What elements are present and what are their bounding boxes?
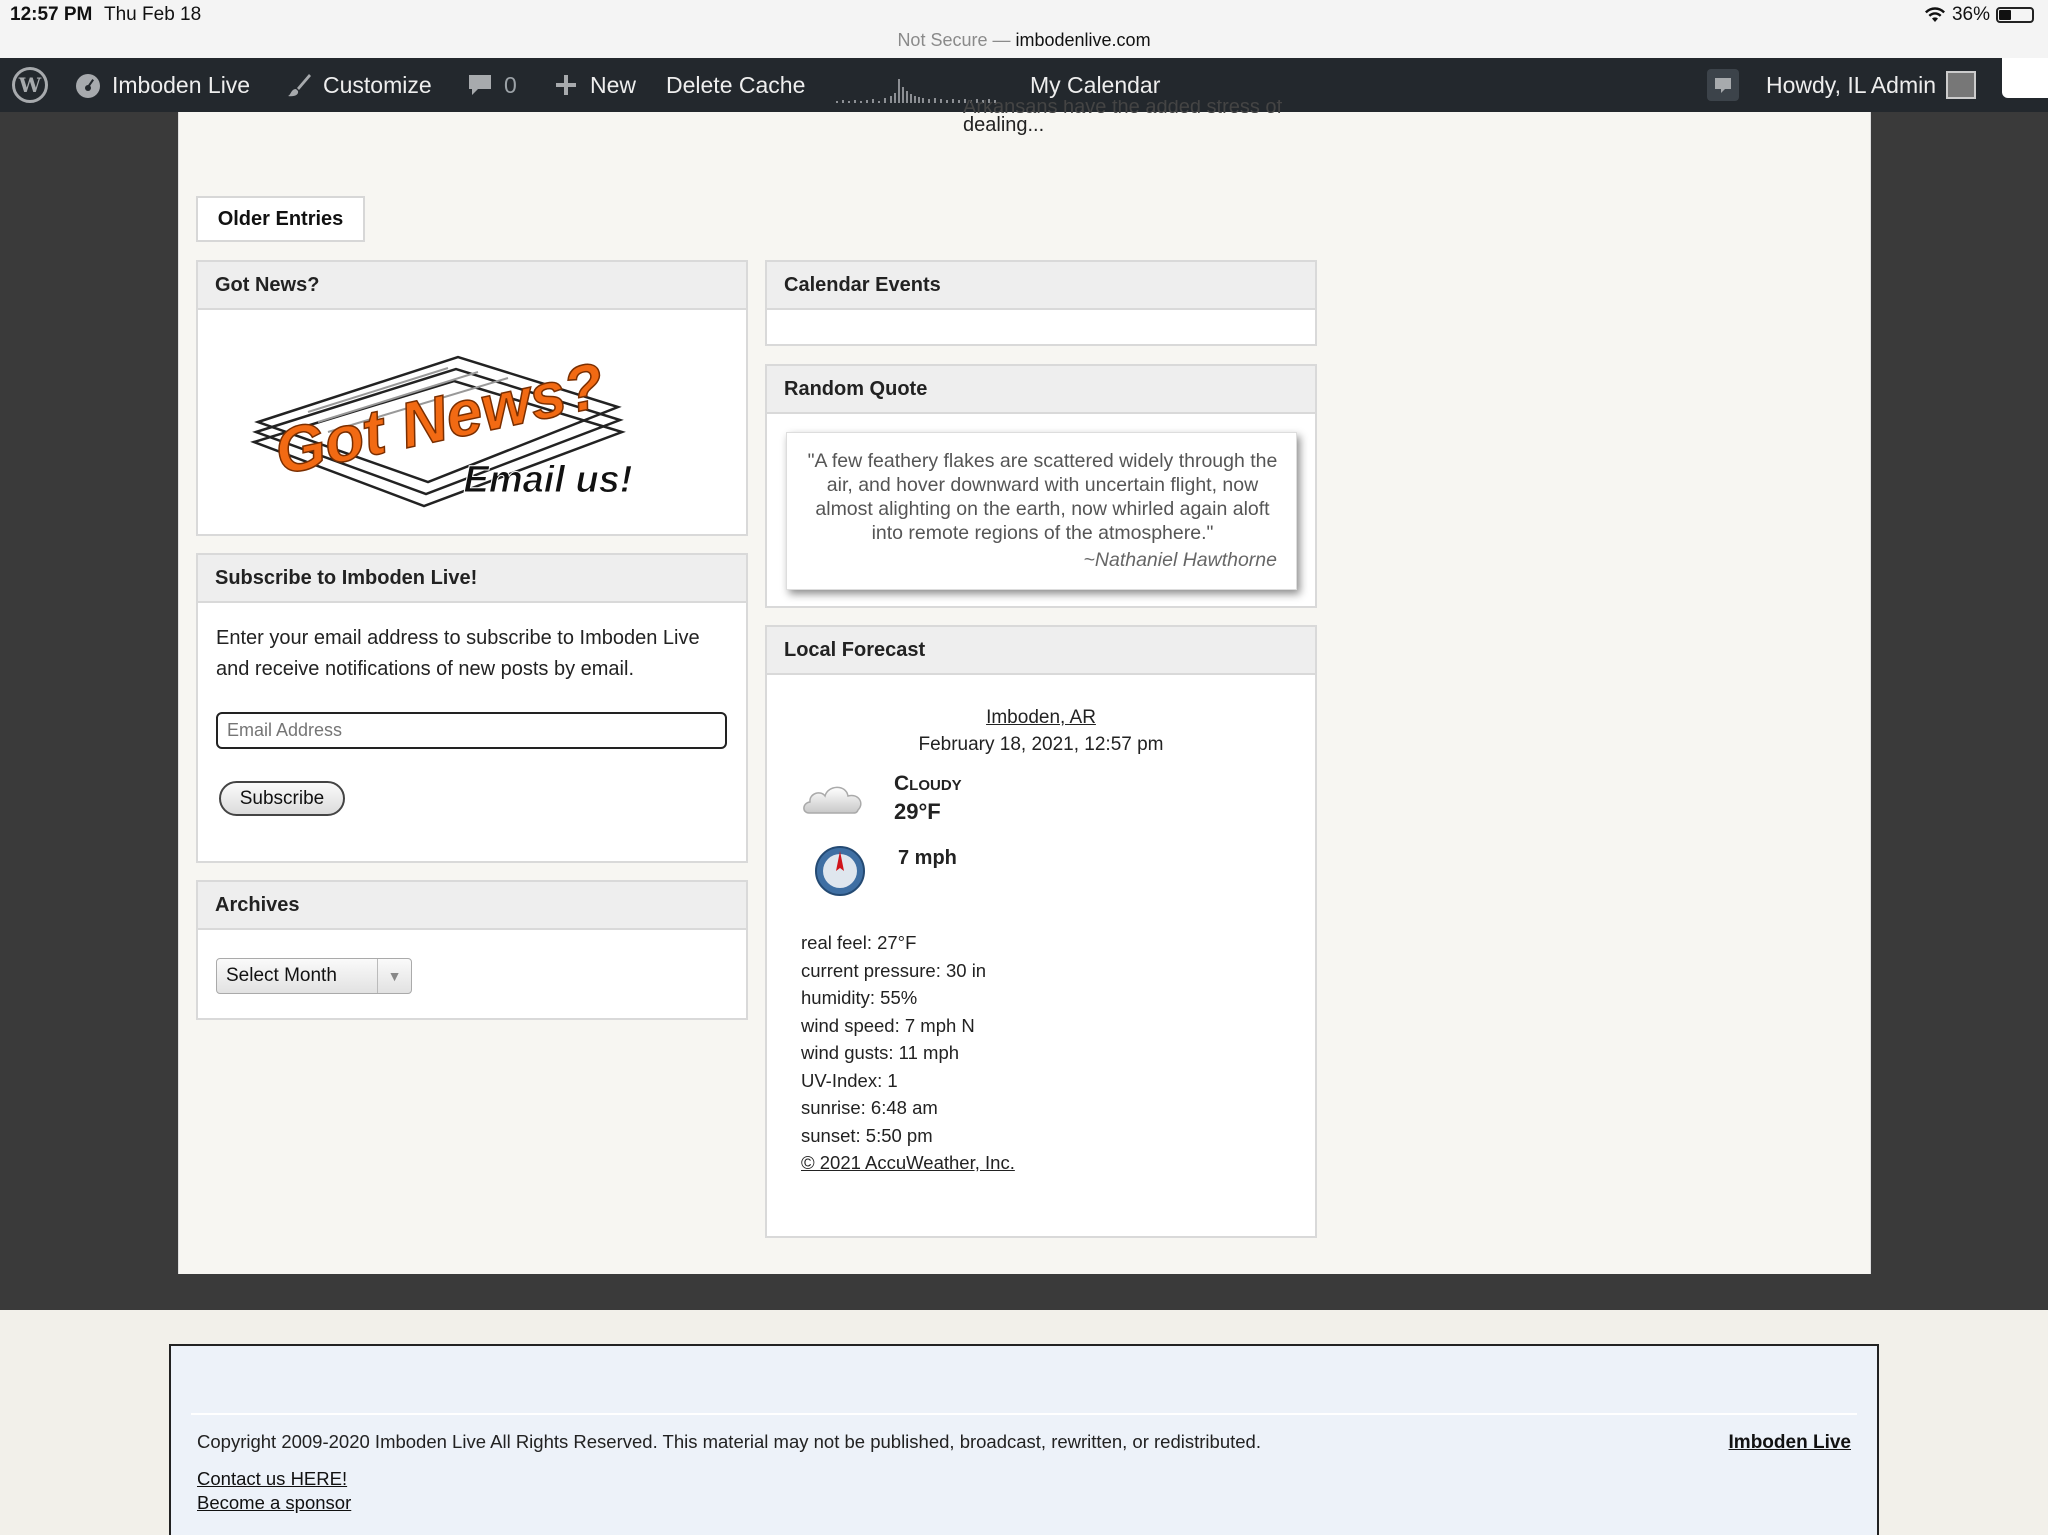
archives-title: Archives (198, 882, 746, 930)
got-news-image[interactable]: Got News? Email us! (248, 332, 648, 512)
notifications-button[interactable] (1706, 58, 1740, 112)
forecast-detail-wind-gusts: wind gusts: 11 mph (801, 1042, 960, 1063)
wordpress-icon: W (12, 67, 48, 103)
chevron-down-icon: ▼ (377, 959, 411, 993)
forecast-detail-uv-index: UV-Index: 1 (801, 1069, 898, 1091)
stats-graph-icon (836, 79, 996, 103)
site-name-link[interactable]: Imboden Live (74, 58, 250, 112)
post-excerpt: dealing... (963, 112, 1044, 139)
site-name-label: Imboden Live (112, 71, 251, 98)
battery-fill (1999, 10, 2011, 20)
forecast-detail-wind-speed: wind speed: 7 mph N (801, 1014, 975, 1036)
subscribe-widget: Subscribe to Imboden Live! Enter your em… (196, 553, 748, 863)
got-news-widget: Got News? Got News? Email us! (196, 260, 748, 536)
post-excerpt-tail: dealing... (963, 114, 1045, 136)
older-entries-button[interactable]: Older Entries (196, 196, 365, 242)
plus-icon (556, 75, 576, 95)
footer-brand-link[interactable]: Imboden Live (1729, 1432, 1851, 1454)
accuweather-credit-link[interactable]: © 2021 AccuWeather, Inc. (801, 1149, 1015, 1177)
dashboard-icon (76, 74, 100, 98)
status-date: Thu Feb 18 (104, 4, 202, 25)
forecast-wind: 7 mph (898, 847, 957, 869)
not-secure-label: Not Secure — (897, 30, 1011, 50)
archives-select-value: Select Month (226, 965, 337, 986)
email-us-art-text: Email us! (464, 459, 633, 501)
quote-card: "A few feathery flakes are scattered wid… (786, 432, 1297, 590)
delete-cache-link[interactable]: Delete Cache (666, 58, 805, 112)
calendar-events-title: Calendar Events (767, 262, 1315, 310)
forecast-detail-realfeel: real feel: 27°F (801, 932, 917, 953)
subscribe-button[interactable]: Subscribe (219, 781, 345, 816)
status-bar: 12:57 PM Thu Feb 18 36% Not Secure — imb… (0, 0, 2048, 58)
forecast-details: real feel: 27°F current pressure: 30 in … (801, 929, 1015, 1177)
subscribe-description: Enter your email address to subscribe to… (216, 627, 700, 680)
battery-percent: 36% (1951, 4, 1990, 25)
new-label: New (590, 71, 637, 98)
quote-author: ~Nathaniel Hawthorne (1083, 549, 1278, 571)
archives-widget: Archives Select Month ▼ (196, 880, 748, 1020)
contact-link[interactable]: Contact us HERE! (197, 1468, 347, 1490)
customize-link[interactable]: Customize (285, 58, 432, 112)
sponsor-link[interactable]: Become a sponsor (197, 1492, 351, 1514)
got-news-title: Got News? (198, 262, 746, 310)
notification-icon (1707, 69, 1739, 101)
wifi-icon (1924, 7, 1945, 22)
comments-count: 0 (504, 71, 517, 98)
subscribe-title: Subscribe to Imboden Live! (198, 555, 746, 603)
url-bar[interactable]: Not Secure — imbodenlive.com (0, 30, 2048, 51)
archives-select[interactable]: Select Month ▼ (216, 958, 412, 994)
footer-copyright: Copyright 2009-2020 Imboden Live All Rig… (197, 1431, 1261, 1452)
forecast-detail-sunrise: sunrise: 6:48 am (801, 1097, 938, 1118)
comments-link[interactable]: 0 (466, 58, 517, 112)
forecast-datetime: February 18, 2021, 12:57 pm (918, 734, 1164, 755)
account-menu[interactable]: Howdy, IL Admin (1766, 58, 1977, 112)
url-domain: imbodenlive.com (1015, 30, 1151, 50)
random-quote-widget: Random Quote "A few feathery flakes are … (765, 364, 1317, 608)
site-footer: Copyright 2009-2020 Imboden Live All Rig… (169, 1344, 1879, 1535)
comment-icon (469, 75, 491, 95)
new-content-link[interactable]: New (552, 58, 636, 112)
random-quote-title: Random Quote (767, 366, 1315, 414)
avatar (1946, 71, 1977, 99)
customize-label: Customize (323, 71, 432, 98)
battery-icon (1996, 7, 2034, 23)
wordpress-logo-button[interactable]: W (12, 58, 48, 112)
forecast-detail-pressure: current pressure: 30 in (801, 959, 987, 981)
forecast-condition: Cloudy (894, 772, 962, 795)
brush-icon (288, 74, 311, 97)
howdy-label: Howdy, IL Admin (1766, 71, 1937, 98)
quote-text: "A few feathery flakes are scattered wid… (807, 450, 1278, 544)
browser-corner (2002, 58, 2048, 98)
forecast-detail-humidity: humidity: 55% (801, 987, 918, 1008)
wind-compass-icon (815, 846, 865, 896)
forecast-temperature: 29°F (894, 799, 941, 824)
cloud-icon (803, 786, 862, 814)
forecast-detail-sunset: sunset: 5:50 pm (801, 1124, 933, 1146)
footer-divider (191, 1413, 1857, 1415)
status-right: 36% (1924, 4, 2034, 26)
my-calendar-label: My Calendar (1030, 71, 1161, 98)
calendar-events-widget: Calendar Events (765, 260, 1317, 346)
local-forecast-title: Local Forecast (767, 627, 1315, 675)
email-field[interactable] (216, 712, 727, 749)
forecast-location-link[interactable]: Imboden, AR (767, 707, 1315, 729)
local-forecast-widget: Local Forecast Imboden, AR February 18, … (765, 625, 1317, 1238)
status-time: 12:57 PM (10, 4, 93, 25)
delete-cache-label: Delete Cache (666, 71, 806, 98)
